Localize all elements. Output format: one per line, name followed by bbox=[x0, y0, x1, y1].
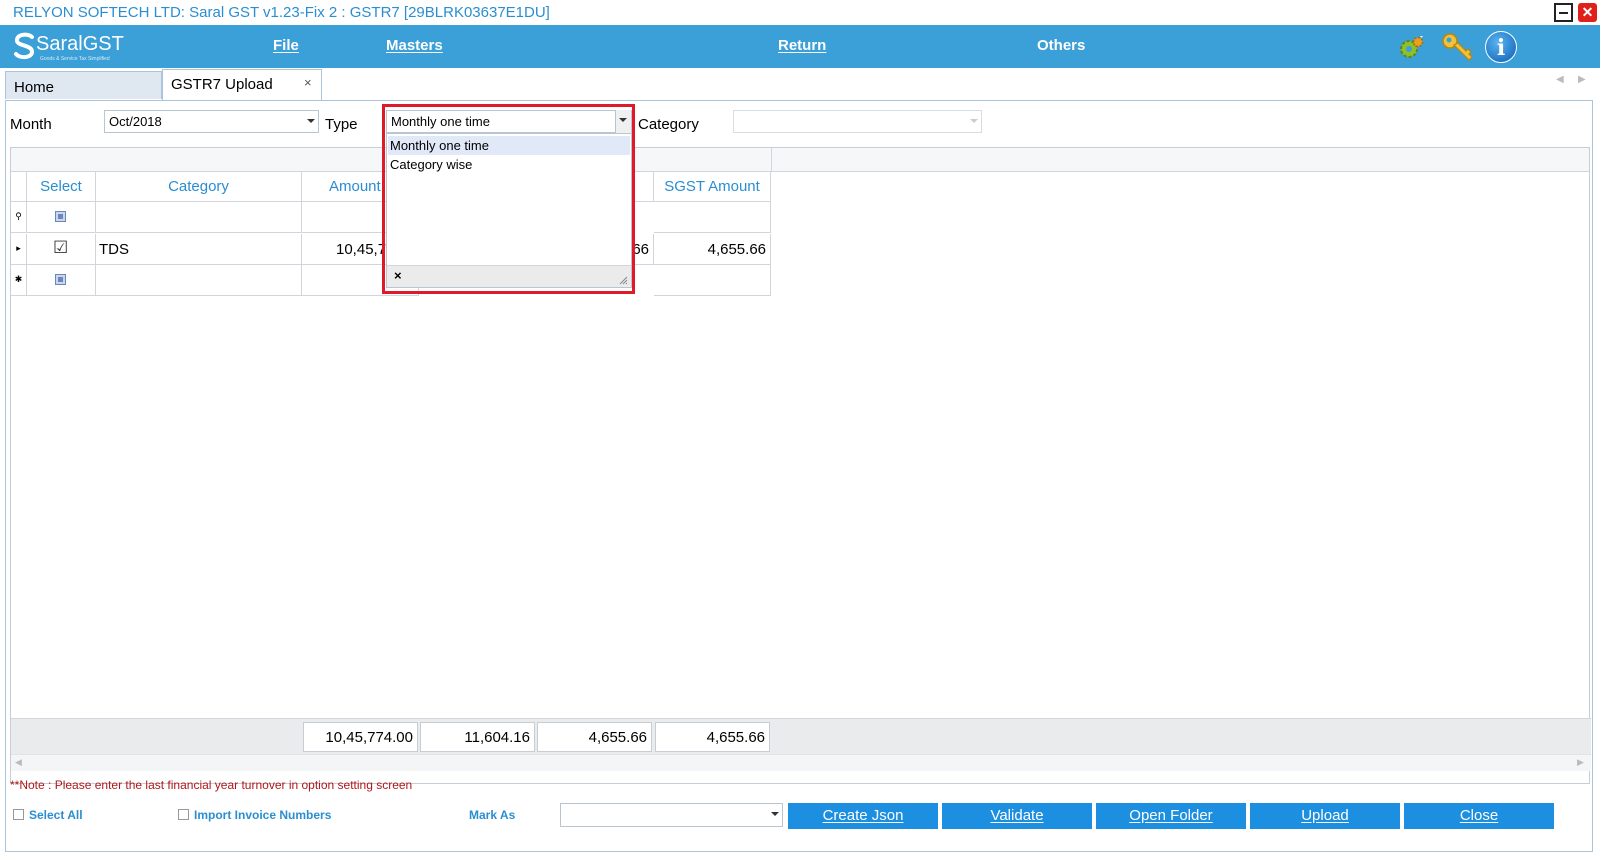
resize-grip-icon[interactable] bbox=[618, 275, 628, 285]
total-cgst: 4,655.66 bbox=[537, 722, 652, 752]
col-header-sgst[interactable]: SGST Amount bbox=[654, 172, 771, 202]
open-folder-button[interactable]: Open Folder bbox=[1096, 803, 1246, 829]
menu-others[interactable]: Others bbox=[1037, 37, 1085, 54]
menu-bar: SaralGST Goods & Service Tax Simplified … bbox=[0, 25, 1600, 68]
note-text: **Note : Please enter the last financial… bbox=[10, 778, 413, 792]
validate-button[interactable]: Validate bbox=[942, 803, 1092, 829]
chevron-down-icon bbox=[307, 119, 315, 123]
type-dropdown-button[interactable] bbox=[615, 110, 631, 133]
window-close-button[interactable]: ✕ bbox=[1578, 3, 1597, 22]
scroll-left-icon[interactable]: ◀ bbox=[15, 757, 22, 768]
new-row-checkbox[interactable] bbox=[55, 274, 66, 285]
create-json-button[interactable]: Create Json bbox=[788, 803, 938, 829]
title-bar: RELYON SOFTECH LTD: Saral GST v1.23-Fix … bbox=[0, 0, 1600, 25]
month-label: Month bbox=[10, 116, 52, 133]
type-select[interactable]: Monthly one time bbox=[386, 110, 632, 133]
saralgst-logo: SaralGST Goods & Service Tax Simplified bbox=[12, 32, 124, 62]
col-header-category[interactable]: Category bbox=[96, 172, 302, 202]
new-row-category[interactable] bbox=[96, 265, 302, 296]
checked-checkbox-icon[interactable]: ☑ bbox=[53, 238, 68, 258]
scroll-right-icon[interactable]: ▶ bbox=[1577, 757, 1584, 768]
type-value: Monthly one time bbox=[391, 114, 490, 129]
menu-masters[interactable]: Masters bbox=[386, 37, 443, 54]
table-row-category[interactable]: TDS bbox=[96, 234, 302, 265]
total-amount: 10,45,774.00 bbox=[303, 722, 418, 752]
select-all-checkbox[interactable] bbox=[13, 809, 24, 820]
filter-select-cell[interactable] bbox=[27, 202, 96, 233]
tab-close-icon[interactable]: × bbox=[304, 75, 312, 90]
dropdown-close-icon[interactable]: × bbox=[394, 268, 402, 283]
dropdown-option-category-wise[interactable]: Category wise bbox=[388, 155, 630, 174]
new-row-sgst[interactable] bbox=[654, 265, 771, 296]
window-title: RELYON SOFTECH LTD: Saral GST v1.23-Fix … bbox=[13, 4, 550, 21]
filter-row-icon: ⚲ bbox=[11, 202, 27, 233]
col-header-select[interactable]: Select bbox=[27, 172, 96, 202]
new-row-icon: ✱ bbox=[11, 265, 27, 296]
chevron-down-icon bbox=[619, 118, 627, 122]
logo-tagline: Goods & Service Tax Simplified bbox=[40, 56, 110, 62]
type-label: Type bbox=[325, 116, 358, 133]
horizontal-scrollbar[interactable]: ◀ ▶ bbox=[11, 754, 1591, 771]
chevron-down-icon bbox=[970, 119, 978, 123]
logo-s-icon bbox=[14, 32, 34, 60]
table-row-sgst[interactable]: 4,655.66 bbox=[654, 234, 771, 265]
info-icon[interactable]: i bbox=[1485, 31, 1517, 63]
table-row-select[interactable]: ☑ bbox=[27, 234, 96, 265]
dropdown-footer: × bbox=[387, 265, 631, 287]
settings-gear-icon[interactable] bbox=[1398, 35, 1424, 61]
logo-text: SaralGST bbox=[36, 33, 124, 55]
menu-return[interactable]: Return bbox=[778, 37, 826, 54]
group-header-band bbox=[11, 148, 1589, 172]
tab-home[interactable]: Home bbox=[5, 71, 162, 99]
row-header-corner bbox=[11, 172, 27, 202]
total-igst: 11,604.16 bbox=[420, 722, 535, 752]
gstr7-grid: Select Category Amount SGST Amount ⚲ ▸ ☑… bbox=[10, 147, 1591, 784]
tab-gstr7-upload[interactable]: GSTR7 Upload bbox=[162, 69, 322, 100]
import-invoice-checkbox[interactable] bbox=[178, 809, 189, 820]
key-icon[interactable] bbox=[1440, 31, 1474, 63]
tab-strip: Home GSTR7 Upload × ◀ ▶ bbox=[0, 68, 1600, 100]
upload-button[interactable]: Upload bbox=[1250, 803, 1400, 829]
mark-as-select[interactable] bbox=[560, 803, 783, 827]
row-pointer-icon: ▸ bbox=[11, 234, 27, 265]
filter-sgst-cell[interactable] bbox=[654, 202, 771, 233]
close-button[interactable]: Close bbox=[1404, 803, 1554, 829]
menu-file[interactable]: File bbox=[273, 37, 299, 54]
category-select[interactable] bbox=[733, 110, 982, 133]
mark-as-label: Mark As bbox=[469, 808, 516, 822]
minimize-button[interactable] bbox=[1554, 3, 1573, 22]
month-select[interactable]: Oct/2018 bbox=[104, 110, 319, 133]
category-label: Category bbox=[638, 116, 699, 133]
dropdown-option-monthly[interactable]: Monthly one time bbox=[388, 136, 630, 155]
month-value: Oct/2018 bbox=[109, 114, 162, 129]
tab-scroll-left-icon[interactable]: ◀ bbox=[1556, 74, 1564, 85]
tab-scroll-right-icon[interactable]: ▶ bbox=[1578, 74, 1586, 85]
filter-checkbox[interactable] bbox=[55, 211, 66, 222]
select-all-label[interactable]: Select All bbox=[29, 808, 83, 822]
totals-band: 10,45,774.00 11,604.16 4,655.66 4,655.66 bbox=[11, 718, 1591, 754]
new-row-select[interactable] bbox=[27, 265, 96, 296]
import-invoice-label[interactable]: Import Invoice Numbers bbox=[194, 808, 331, 822]
type-dropdown-list: Monthly one time Category wise × bbox=[386, 133, 632, 288]
filter-category-cell[interactable] bbox=[96, 202, 302, 233]
total-sgst: 4,655.66 bbox=[655, 722, 770, 752]
chevron-down-icon bbox=[771, 812, 779, 816]
